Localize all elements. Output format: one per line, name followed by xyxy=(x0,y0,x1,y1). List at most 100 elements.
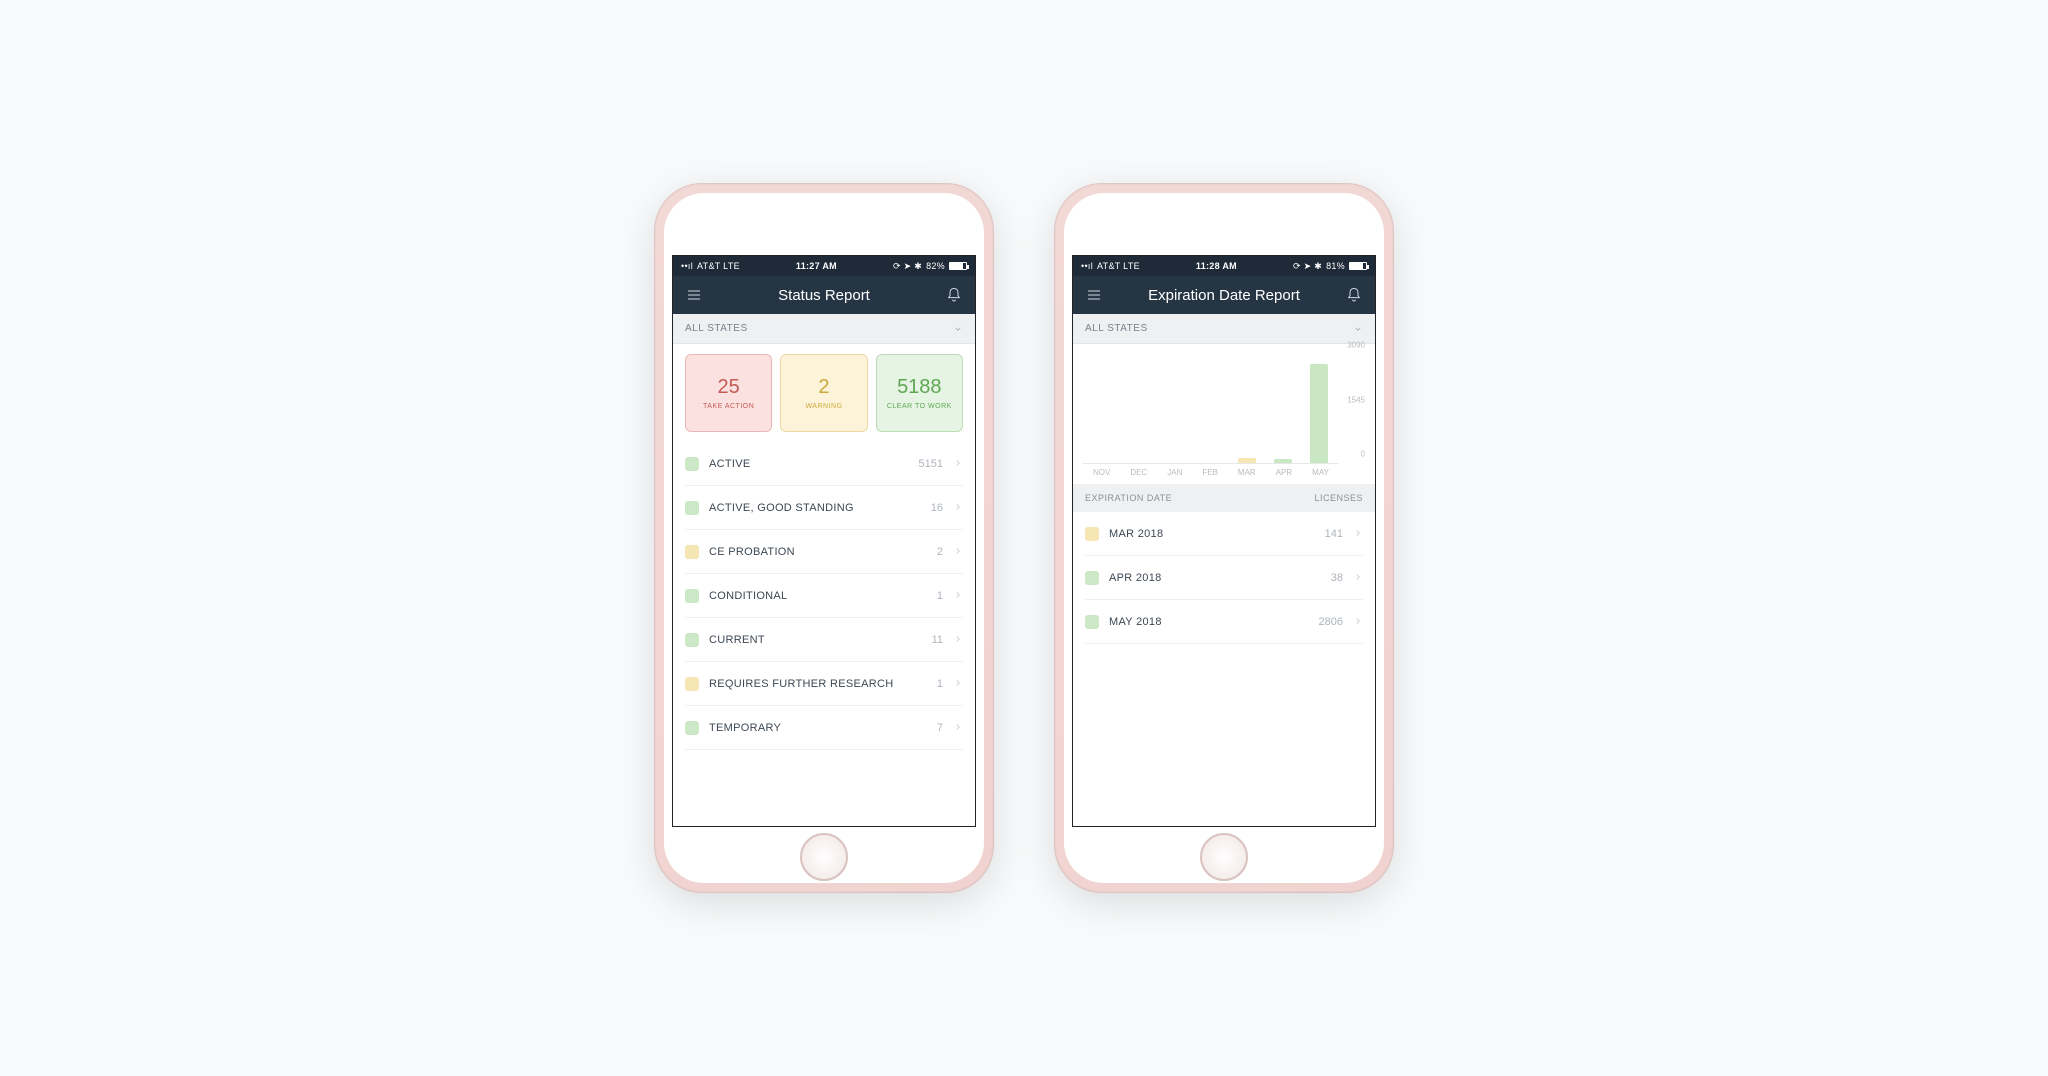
expiration-list[interactable]: MAR 2018 141 APR 2018 38 MAY 2018 2806 xyxy=(1073,512,1375,826)
list-item[interactable]: ACTIVE5151 xyxy=(685,442,963,486)
chevron-right-icon xyxy=(953,675,963,693)
list-item[interactable]: MAR 2018 141 xyxy=(1085,512,1363,556)
menu-icon[interactable] xyxy=(685,286,703,304)
y-tick: 0 xyxy=(1361,450,1365,459)
status-swatch xyxy=(1085,527,1099,541)
card-value: 5188 xyxy=(897,376,942,399)
status-swatch xyxy=(685,677,699,691)
battery-pct: 82% xyxy=(926,261,945,271)
list-item[interactable]: REQUIRES FURTHER RESEARCH 1 xyxy=(685,662,963,706)
card-take-action[interactable]: 25 TAKE ACTION xyxy=(685,354,772,432)
expiration-chart: 015453090 NOVDECJANFEBMARAPRMAY xyxy=(1073,344,1375,484)
chevron-down-icon xyxy=(1353,324,1363,334)
card-warning[interactable]: 2 WARNING xyxy=(780,354,867,432)
phone-left: ••ıl AT&T LTE 11:27 AM ⟳ ➤ ✱ 82% Status … xyxy=(654,183,994,893)
ios-statusbar: ••ıl AT&T LTE 11:28 AM ⟳ ➤ ✱ 81% xyxy=(1073,256,1375,276)
card-label: CLEAR TO WORK xyxy=(887,403,952,410)
status-swatch xyxy=(1085,615,1099,629)
row-label: CONDITIONAL xyxy=(709,590,927,602)
x-tick: MAR xyxy=(1238,468,1256,477)
chevron-right-icon xyxy=(1353,569,1363,587)
card-value: 2 xyxy=(818,376,829,399)
row-value: 1 xyxy=(937,678,943,690)
app-header: Status Report xyxy=(673,276,975,314)
row-label: REQUIRES FURTHER RESEARCH xyxy=(709,678,927,690)
card-label: WARNING xyxy=(805,403,842,410)
chart-bar xyxy=(1310,364,1328,463)
chevron-right-icon xyxy=(953,499,963,517)
filter-label: ALL STATES xyxy=(685,323,748,334)
status-list[interactable]: ACTIVE5151 ACTIVE, GOOD STANDING 16 CE PROB… xyxy=(673,442,975,826)
card-value: 25 xyxy=(718,376,740,399)
row-value: 141 xyxy=(1325,528,1343,540)
row-value: 2806 xyxy=(1319,616,1343,628)
screen-status-report: ••ıl AT&T LTE 11:27 AM ⟳ ➤ ✱ 82% Status … xyxy=(672,255,976,827)
status-swatch xyxy=(685,545,699,559)
chart-bar xyxy=(1238,458,1256,463)
row-label: ACTIVE, GOOD STANDING xyxy=(709,502,921,514)
card-clear-to-work[interactable]: 5188 CLEAR TO WORK xyxy=(876,354,963,432)
ios-statusbar: ••ıl AT&T LTE 11:27 AM ⟳ ➤ ✱ 82% xyxy=(673,256,975,276)
state-filter[interactable]: ALL STATES xyxy=(673,314,975,344)
y-tick: 1545 xyxy=(1347,395,1365,404)
row-label: ACTIVE xyxy=(709,458,909,470)
row-value: 38 xyxy=(1331,572,1343,584)
row-value: 2 xyxy=(937,546,943,558)
chevron-down-icon xyxy=(953,324,963,334)
row-label: MAY 2018 xyxy=(1109,616,1309,628)
home-button[interactable] xyxy=(800,833,848,881)
x-tick: JAN xyxy=(1167,468,1182,477)
status-icons: ⟳ ➤ ✱ xyxy=(893,261,922,272)
list-item[interactable]: APR 2018 38 xyxy=(1085,556,1363,600)
phone-right: ••ıl AT&T LTE 11:28 AM ⟳ ➤ ✱ 81% Expirat… xyxy=(1054,183,1394,893)
status-swatch xyxy=(685,721,699,735)
x-tick: NOV xyxy=(1093,468,1110,477)
chevron-right-icon xyxy=(953,543,963,561)
list-item[interactable]: TEMPORARY7 xyxy=(685,706,963,750)
col-expiration-date: EXPIRATION DATE xyxy=(1085,493,1172,503)
page-title: Expiration Date Report xyxy=(1148,287,1300,304)
status-icons: ⟳ ➤ ✱ xyxy=(1293,261,1322,272)
status-swatch xyxy=(685,633,699,647)
filter-label: ALL STATES xyxy=(1085,323,1148,334)
row-label: CURRENT xyxy=(709,634,922,646)
state-filter[interactable]: ALL STATES xyxy=(1073,314,1375,344)
chevron-right-icon xyxy=(953,631,963,649)
x-tick: FEB xyxy=(1202,468,1218,477)
chevron-right-icon xyxy=(1353,525,1363,543)
list-item[interactable]: ACTIVE, GOOD STANDING 16 xyxy=(685,486,963,530)
page-title: Status Report xyxy=(778,287,870,304)
battery-icon xyxy=(949,262,967,270)
summary-cards: 25 TAKE ACTION 2 WARNING 5188 CLEAR TO W… xyxy=(673,344,975,442)
status-swatch xyxy=(685,589,699,603)
status-swatch xyxy=(685,501,699,515)
list-item[interactable]: CONDITIONAL 1 xyxy=(685,574,963,618)
clock: 11:28 AM xyxy=(1196,261,1237,271)
row-value: 1 xyxy=(937,590,943,602)
list-item[interactable]: CE PROBATION2 xyxy=(685,530,963,574)
chevron-right-icon xyxy=(953,455,963,473)
battery-pct: 81% xyxy=(1326,261,1345,271)
notifications-icon[interactable] xyxy=(1345,286,1363,304)
row-value: 16 xyxy=(931,502,943,514)
signal-icon: ••ıl xyxy=(681,261,693,271)
chevron-right-icon xyxy=(953,587,963,605)
y-tick: 3090 xyxy=(1347,341,1365,350)
clock: 11:27 AM xyxy=(796,261,837,271)
app-header: Expiration Date Report xyxy=(1073,276,1375,314)
row-label: APR 2018 xyxy=(1109,572,1321,584)
chart-bar xyxy=(1274,459,1292,463)
menu-icon[interactable] xyxy=(1085,286,1103,304)
x-tick: DEC xyxy=(1130,468,1147,477)
notifications-icon[interactable] xyxy=(945,286,963,304)
list-item[interactable]: MAY 2018 2806 xyxy=(1085,600,1363,644)
home-button[interactable] xyxy=(1200,833,1248,881)
status-swatch xyxy=(685,457,699,471)
screen-expiration-report: ••ıl AT&T LTE 11:28 AM ⟳ ➤ ✱ 81% Expirat… xyxy=(1072,255,1376,827)
list-item[interactable]: CURRENT 11 xyxy=(685,618,963,662)
carrier-label: AT&T LTE xyxy=(1097,261,1140,271)
chevron-right-icon xyxy=(953,719,963,737)
row-label: MAR 2018 xyxy=(1109,528,1315,540)
row-value: 11 xyxy=(932,634,943,646)
signal-icon: ••ıl xyxy=(1081,261,1093,271)
